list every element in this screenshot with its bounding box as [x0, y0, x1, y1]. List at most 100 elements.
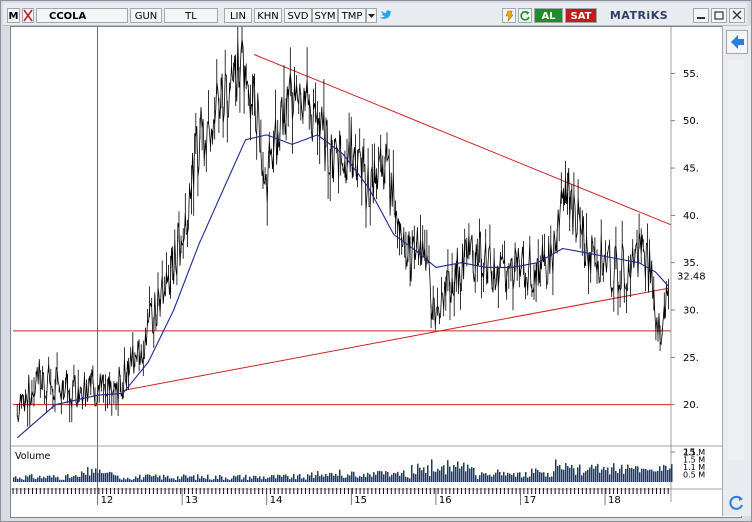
volume-bar [83, 472, 85, 482]
volume-bar [197, 474, 199, 482]
chevron-down-icon[interactable] [366, 8, 377, 23]
volume-bar [215, 475, 217, 482]
price-chart[interactable]: 15.20.25.30.35.40.45.50.55. 2.1 M1.5 M1.… [11, 9, 723, 517]
period-button[interactable]: GUN [130, 8, 162, 23]
sym-button[interactable]: SYM [312, 8, 338, 23]
volume-bar [147, 474, 149, 482]
volume-bar [449, 466, 451, 482]
svd-button[interactable]: SVD [284, 8, 312, 23]
symbol-field[interactable]: CCOLA [36, 8, 128, 23]
maximize-icon[interactable] [711, 8, 727, 23]
volume-bar [65, 475, 67, 482]
volume-bar [389, 476, 391, 482]
volume-bar [455, 466, 457, 482]
volume-bar [485, 473, 487, 482]
volume-bar [303, 477, 305, 482]
x-tick-label: 16 [439, 495, 452, 506]
volume-bar [31, 474, 33, 482]
volume-bar [293, 474, 295, 482]
volume-bar [59, 479, 61, 482]
tmp-button[interactable]: TMP [338, 8, 366, 23]
volume-bar [223, 479, 225, 482]
app-menu-button[interactable]: M [7, 8, 20, 23]
volume-bar [407, 477, 409, 482]
volume-bar [661, 470, 663, 482]
volume-bar [193, 475, 195, 482]
volume-bar [205, 478, 207, 482]
volume-bar [171, 478, 173, 482]
volume-bar [27, 476, 29, 482]
volume-bar [541, 472, 543, 482]
volume-bar [15, 476, 17, 482]
volume-bar [301, 478, 303, 482]
volume-bar [553, 471, 555, 482]
vertical-scrollbar[interactable] [728, 60, 744, 460]
volume-bar [617, 473, 619, 482]
volume-bar [325, 473, 327, 482]
back-arrow-icon[interactable] [726, 30, 748, 54]
volume-bar [593, 468, 595, 482]
volume-bar [129, 478, 131, 482]
volume-bar [175, 479, 177, 482]
volume-bar [85, 474, 87, 482]
volume-bar [443, 465, 445, 482]
volume-bar [493, 474, 495, 482]
volume-bar [613, 463, 615, 482]
volume-bar [163, 474, 165, 482]
volume-bar [139, 474, 141, 482]
volume-bar [259, 476, 261, 482]
volume-bar [299, 474, 301, 482]
pin-icon[interactable] [502, 8, 516, 23]
volume-bar [565, 462, 567, 482]
sync-icon[interactable] [727, 494, 747, 512]
volume-bar [209, 479, 211, 482]
volume-bar [581, 475, 583, 482]
close-icon[interactable] [729, 8, 745, 23]
volume-bar [321, 474, 323, 482]
volume-bar [101, 473, 103, 482]
volume-bar [207, 474, 209, 482]
volume-bar [131, 479, 133, 482]
chart-area[interactable]: 15. 20. 25. 30. 35. 40. 45. 50. 55. 2.1 M 1.5 M 1.… [10, 9, 742, 518]
volume-bar [607, 467, 609, 482]
volume-bar [361, 476, 363, 482]
volume-bar [339, 469, 341, 482]
volume-bar [91, 469, 93, 482]
volume-bar [145, 474, 147, 482]
volume-bar [367, 472, 369, 482]
y-tick-label: 35. [683, 258, 699, 269]
trendline [253, 54, 672, 226]
volume-bar [81, 471, 83, 482]
minimize-icon[interactable] [693, 8, 709, 23]
volume-bar [481, 472, 483, 482]
volume-bar [231, 478, 233, 482]
refresh-icon[interactable] [518, 8, 532, 23]
volume-bar [569, 467, 571, 482]
volume-bar [169, 478, 171, 482]
sell-button[interactable]: SAT [565, 8, 597, 23]
volume-bar [575, 474, 577, 482]
volume-bar [277, 474, 279, 482]
scale-button[interactable]: LIN [224, 8, 252, 23]
volume-bar [583, 472, 585, 482]
volume-bar [237, 475, 239, 482]
buy-button[interactable]: AL [534, 8, 563, 23]
x-axis: 12 13 14 15 16 17 18 [11, 488, 723, 506]
volume-bar [435, 471, 437, 482]
volume-bar [349, 475, 351, 482]
flag-icon[interactable] [22, 8, 34, 23]
toolbar: M CCOLA GUN TL LIN KHN SVD SYM TMP AL SA… [3, 3, 747, 26]
khn-button[interactable]: KHN [254, 8, 282, 23]
currency-button[interactable]: TL [164, 8, 218, 23]
twitter-icon[interactable] [379, 8, 392, 23]
volume-bar [387, 472, 389, 482]
volume-bar [445, 474, 447, 482]
volume-bar [337, 475, 339, 482]
volume-bar [165, 477, 167, 482]
volume-bar [539, 472, 541, 482]
volume-bar [115, 475, 117, 482]
volume-bar [611, 467, 613, 482]
volume-bar [71, 477, 73, 482]
volume-bar [515, 476, 517, 482]
volume-bar [253, 475, 255, 482]
